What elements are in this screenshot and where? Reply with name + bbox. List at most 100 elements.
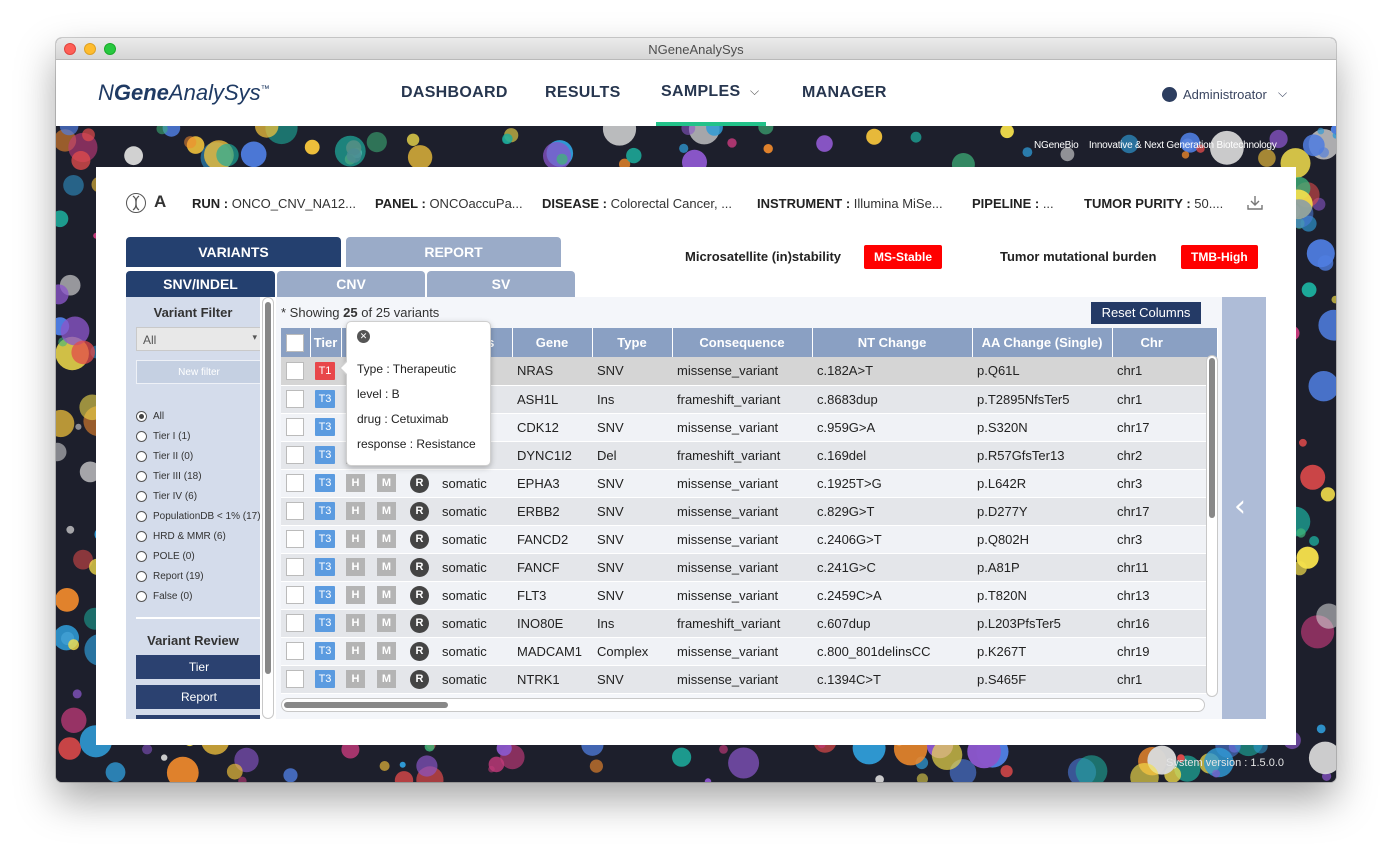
table-hscroll-thumb[interactable]: [284, 702, 448, 708]
row-select-cell[interactable]: [281, 441, 310, 470]
tier-badge[interactable]: T3: [315, 670, 335, 688]
review-badge[interactable]: R: [410, 613, 429, 633]
tab-cnv[interactable]: CNV: [277, 271, 425, 297]
m-cell[interactable]: M: [372, 609, 402, 638]
tier-cell[interactable]: T1: [310, 357, 341, 386]
radio-button[interactable]: [136, 591, 147, 602]
h-badge[interactable]: H: [346, 614, 365, 632]
select-all-checkbox[interactable]: [286, 333, 305, 352]
filter-option[interactable]: HRD & MMR (6): [136, 531, 226, 542]
tooltip-close-icon[interactable]: ✕: [357, 330, 370, 343]
chevron-left-icon[interactable]: ‹: [1234, 489, 1246, 524]
row-checkbox[interactable]: [286, 474, 304, 492]
review-badge[interactable]: R: [410, 641, 429, 661]
m-cell[interactable]: M: [372, 469, 402, 498]
filter-scroll-thumb[interactable]: [265, 302, 271, 674]
tab-report[interactable]: REPORT: [346, 237, 561, 267]
h-badge[interactable]: H: [346, 670, 365, 688]
h-cell[interactable]: H: [341, 525, 372, 554]
table-row[interactable]: T3 H M Rsomatic FLT3 SNV missense_variant c.245…: [281, 581, 1217, 610]
row-select-cell[interactable]: [281, 553, 310, 582]
tier-badge[interactable]: T3: [315, 446, 335, 464]
table-row[interactable]: T3 H M Rsomatic MADCAM1 Complex missense_varia…: [281, 637, 1217, 666]
tier-cell[interactable]: T3: [310, 609, 341, 638]
tier-badge[interactable]: T3: [315, 502, 335, 520]
tab-variants[interactable]: VARIANTS: [126, 237, 341, 267]
r-cell[interactable]: R: [402, 469, 437, 498]
r-cell[interactable]: R: [402, 609, 437, 638]
h-cell[interactable]: H: [341, 581, 372, 610]
m-badge[interactable]: M: [377, 586, 396, 604]
tier-cell[interactable]: T3: [310, 469, 341, 498]
nav-dashboard[interactable]: DASHBOARD: [401, 84, 508, 102]
user-chevron-icon[interactable]: ⌵: [1278, 86, 1287, 101]
tier-badge[interactable]: T1: [315, 361, 335, 380]
row-select-cell[interactable]: [281, 357, 310, 386]
new-filter-button[interactable]: New filter: [136, 360, 260, 384]
nav-manager[interactable]: MANAGER: [802, 84, 887, 102]
filter-option[interactable]: False (0): [136, 591, 192, 602]
h-cell[interactable]: H: [341, 665, 372, 694]
filter-scrollbar[interactable]: [262, 297, 274, 719]
row-select-cell[interactable]: [281, 581, 310, 610]
app-logo[interactable]: NGeneAnalySys™: [98, 80, 270, 106]
h-badge[interactable]: H: [346, 586, 365, 604]
r-cell[interactable]: R: [402, 581, 437, 610]
m-badge[interactable]: M: [377, 530, 396, 548]
tier-cell[interactable]: T3: [310, 553, 341, 582]
tier-cell[interactable]: T3: [310, 637, 341, 666]
radio-button[interactable]: [136, 531, 147, 542]
r-cell[interactable]: R: [402, 637, 437, 666]
tier-cell[interactable]: T3: [310, 385, 341, 414]
tier-badge[interactable]: T3: [315, 558, 335, 576]
row-checkbox[interactable]: [286, 586, 304, 604]
filter-option[interactable]: All: [136, 411, 164, 422]
review-badge[interactable]: R: [410, 557, 429, 577]
radio-button[interactable]: [136, 571, 147, 582]
row-select-cell[interactable]: [281, 385, 310, 414]
tab-snv-indel[interactable]: SNV/INDEL: [126, 271, 275, 297]
column-header[interactable]: Type: [592, 328, 673, 357]
m-badge[interactable]: M: [377, 474, 396, 492]
radio-button[interactable]: [136, 511, 147, 522]
row-checkbox[interactable]: [286, 558, 304, 576]
filter-option[interactable]: Tier I (1): [136, 431, 190, 442]
m-badge[interactable]: M: [377, 502, 396, 520]
h-cell[interactable]: H: [341, 553, 372, 582]
h-cell[interactable]: H: [341, 497, 372, 526]
table-vertical-scrollbar[interactable]: [1206, 355, 1218, 697]
row-checkbox[interactable]: [286, 418, 304, 436]
row-select-cell[interactable]: [281, 525, 310, 554]
tier-cell[interactable]: T3: [310, 441, 341, 470]
m-badge[interactable]: M: [377, 558, 396, 576]
row-checkbox[interactable]: [286, 642, 304, 660]
m-cell[interactable]: M: [372, 553, 402, 582]
row-checkbox[interactable]: [286, 390, 304, 408]
radio-button[interactable]: [136, 451, 147, 462]
h-cell[interactable]: H: [341, 637, 372, 666]
row-checkbox[interactable]: [286, 446, 304, 464]
radio-button[interactable]: [136, 491, 147, 502]
radio-button[interactable]: [136, 431, 147, 442]
row-checkbox[interactable]: [286, 670, 304, 688]
h-badge[interactable]: H: [346, 474, 365, 492]
row-select-cell[interactable]: [281, 497, 310, 526]
filter-select[interactable]: All ▾: [136, 327, 260, 351]
m-cell[interactable]: M: [372, 581, 402, 610]
m-cell[interactable]: M: [372, 665, 402, 694]
m-badge[interactable]: M: [377, 642, 396, 660]
m-badge[interactable]: M: [377, 614, 396, 632]
radio-button[interactable]: [136, 471, 147, 482]
row-checkbox[interactable]: [286, 614, 304, 632]
filter-option[interactable]: Tier III (18): [136, 471, 202, 482]
table-row[interactable]: T3 H M Rsomatic FANCF SNV missense_variant c.24…: [281, 553, 1217, 582]
row-checkbox[interactable]: [286, 502, 304, 520]
h-cell[interactable]: H: [341, 609, 372, 638]
tier-cell[interactable]: T3: [310, 525, 341, 554]
m-cell[interactable]: M: [372, 497, 402, 526]
row-select-cell[interactable]: [281, 469, 310, 498]
column-header[interactable]: AA Change (Single): [972, 328, 1113, 357]
table-row[interactable]: T3 H M Rsomatic FANCD2 SNV missense_variant c.2…: [281, 525, 1217, 554]
tier-cell[interactable]: T3: [310, 665, 341, 694]
r-cell[interactable]: R: [402, 497, 437, 526]
